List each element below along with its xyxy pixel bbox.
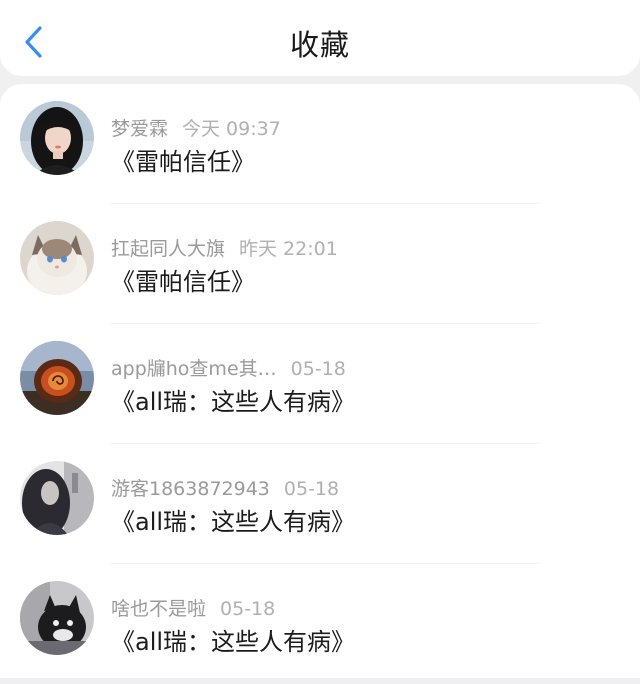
favorite-item[interactable]: 扛起同人大旗 昨天 22:01 《雷帕信任》 [0,204,640,324]
timestamp: 05-18 [283,478,340,500]
favorite-item[interactable]: app牖ho查me其… 05-18 《all瑞：这些人有病》 [0,324,640,444]
work-title[interactable]: 《all瑞：这些人有病》 [111,622,355,657]
work-title[interactable]: 《雷帕信任》 [111,142,255,177]
timestamp: 昨天 22:01 [239,238,338,260]
page-title: 收藏 [289,28,350,62]
avatar[interactable] [20,581,94,655]
avatar[interactable] [20,101,94,175]
work-title[interactable]: 《雷帕信任》 [111,262,255,297]
avatar[interactable] [20,341,94,415]
bottom-edge [0,678,640,684]
timestamp: 05-18 [290,358,346,380]
favorites-list: 梦爱霖 今天 09:37 《雷帕信任》 扛起同人大旗 昨天 22:01 《雷帕信任》 [0,84,640,684]
username[interactable]: 扛起同人大旗 [111,238,225,260]
username[interactable]: app牖ho查me其… [111,358,277,380]
timestamp: 今天 09:37 [182,118,281,140]
avatar[interactable] [20,221,94,295]
work-title[interactable]: 《all瑞：这些人有病》 [111,502,355,537]
favorite-item[interactable]: 梦爱霖 今天 09:37 《雷帕信任》 [0,84,640,204]
top-bar: 收藏 [0,0,640,76]
favorite-item[interactable]: 啥也不是啦 05-18 《all瑞：这些人有病》 [0,564,640,684]
avatar[interactable] [20,461,94,535]
favorite-item[interactable]: 游客1863872943 05-18 《all瑞：这些人有病》 [0,444,640,564]
work-title[interactable]: 《all瑞：这些人有病》 [111,382,355,417]
username[interactable]: 梦爱霖 [111,118,168,140]
username[interactable]: 游客1863872943 [111,478,270,500]
timestamp: 05-18 [220,598,276,620]
username[interactable]: 啥也不是啦 [111,598,206,620]
